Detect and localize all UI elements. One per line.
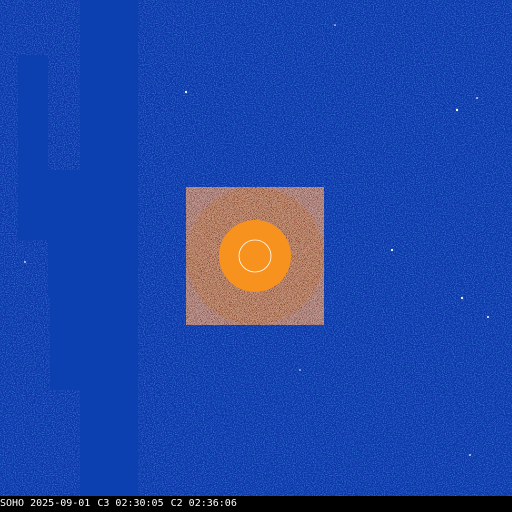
occulter-disk [219,220,291,292]
status-bar: SOHO 2025-09-01 C3 02:30:05 C2 02:36:06 [0,496,512,512]
missing-block [80,330,110,390]
c3-label: C3 [97,498,110,509]
star [460,296,464,300]
missing-block [80,0,138,496]
star [469,454,471,456]
missing-block [50,298,80,390]
star [184,90,188,94]
c3-time: 02:30:05 [115,498,164,509]
c2-time: 02:36:06 [188,498,237,509]
star [455,108,459,112]
star [476,97,478,99]
missing-block [18,55,48,240]
missing-block [48,170,82,298]
star [334,24,336,26]
star [24,261,26,263]
star [487,316,489,318]
missing-block [80,145,108,207]
observatory-label: SOHO [0,498,25,509]
c2-label: C2 [170,498,183,509]
lasco-field [0,0,512,496]
image-date: 2025-09-01 [30,498,91,509]
star [299,369,301,371]
coronagraph-image: SOHO 2025-09-01 C3 02:30:05 C2 02:36:06 [0,0,512,512]
star [390,248,394,252]
